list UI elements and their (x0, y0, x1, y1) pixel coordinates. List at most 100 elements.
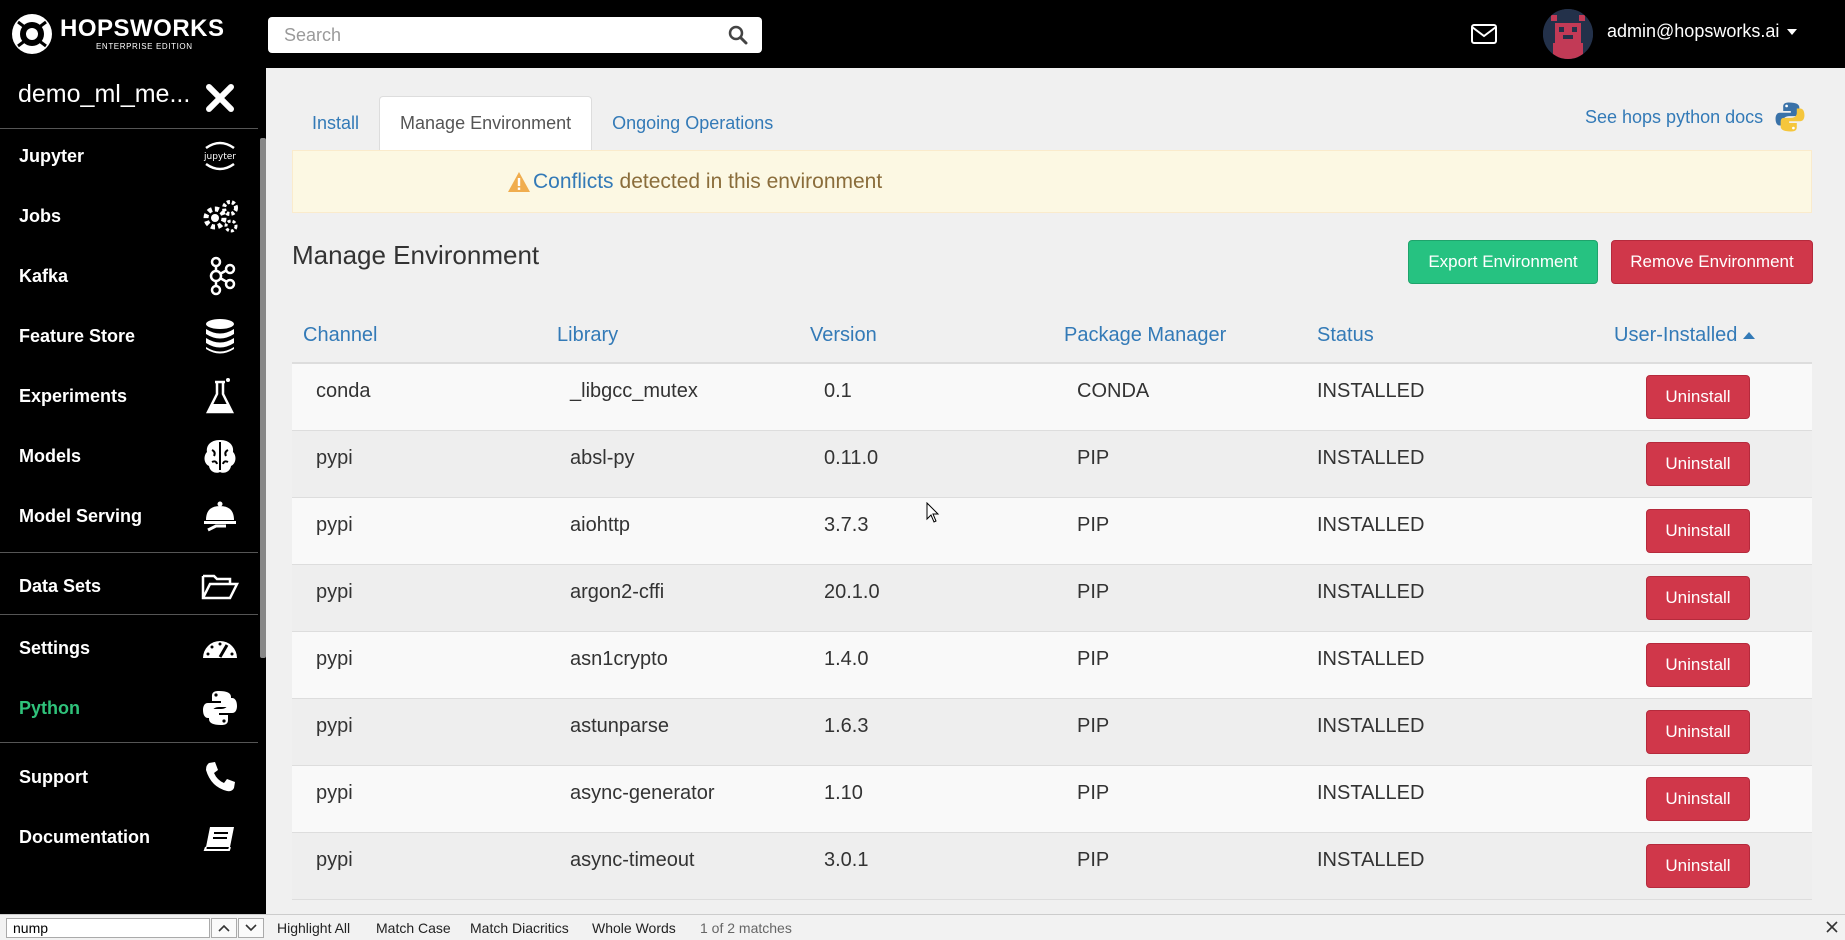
find-next-button[interactable] (238, 918, 264, 938)
sidebar-item-label: Jobs (19, 205, 62, 226)
cell-version: 0.11.0 (824, 447, 879, 469)
cell-package-manager: PIP (1077, 514, 1110, 536)
table-row: pypi absl-py 0.11.0 PIP INSTALLED Uninstall (292, 431, 1812, 498)
sidebar-item-label: Jupyter (19, 145, 85, 166)
table-row: pypi aiohttp 3.7.3 PIP INSTALLED Uninstall (292, 498, 1812, 565)
highlight-all-toggle[interactable]: Highlight All (277, 920, 350, 936)
cell-package-manager: PIP (1077, 782, 1110, 804)
sidebar-item-label: Python (19, 697, 80, 718)
column-header-version[interactable]: Version (810, 324, 877, 347)
cell-channel: pypi (316, 581, 353, 603)
conflicts-alert: Conflicts detected in this environment (292, 150, 1812, 213)
column-header-library[interactable]: Library (557, 324, 618, 347)
serving-icon (204, 501, 236, 532)
cell-channel: pypi (316, 849, 353, 871)
cell-package-manager: PIP (1077, 447, 1110, 469)
sidebar-divider (0, 742, 258, 743)
find-bar: Highlight All Match Case Match Diacritic… (0, 914, 1845, 940)
gears-icon (203, 200, 238, 233)
top-bar: HOPSWORKS ENTERPRISE EDITION admin@hopsw… (0, 0, 1845, 68)
remove-environment-button[interactable]: Remove Environment (1611, 240, 1813, 284)
cell-channel: pypi (316, 514, 353, 536)
cell-version: 1.10 (824, 782, 863, 804)
uninstall-button[interactable]: Uninstall (1646, 442, 1750, 486)
column-header-user-installed[interactable]: User-Installed (1614, 324, 1756, 347)
column-header-channel[interactable]: Channel (303, 324, 378, 347)
cell-package-manager: CONDA (1077, 380, 1150, 402)
cell-status: INSTALLED (1317, 715, 1425, 737)
uninstall-button[interactable]: Uninstall (1646, 844, 1750, 888)
sidebar-item-documentation[interactable]: Documentation (0, 807, 258, 867)
cell-channel: pypi (316, 648, 353, 670)
cell-channel: pypi (316, 447, 353, 469)
project-name[interactable]: demo_ml_me... (18, 80, 190, 109)
export-environment-button[interactable]: Export Environment (1408, 240, 1598, 284)
hops-logo-icon (12, 14, 52, 54)
brain-icon (204, 440, 236, 473)
column-header-status[interactable]: Status (1317, 324, 1374, 347)
sidebar-divider (0, 614, 258, 615)
sidebar-scrollbar[interactable] (260, 138, 266, 658)
cell-status: INSTALLED (1317, 648, 1425, 670)
uninstall-button[interactable]: Uninstall (1646, 509, 1750, 553)
sidebar-item-label: Support (19, 766, 88, 787)
sidebar-item-settings[interactable]: Settings (0, 618, 258, 678)
envelope-icon[interactable] (1470, 22, 1498, 46)
docs-link-label: See hops python docs (1585, 106, 1764, 127)
cell-package-manager: PIP (1077, 715, 1110, 737)
sidebar-item-label: Documentation (19, 826, 151, 847)
close-icon[interactable] (204, 82, 236, 114)
sidebar-divider (0, 552, 258, 553)
sidebar-item-data-sets[interactable]: Data Sets (0, 556, 258, 616)
brand-subtitle: ENTERPRISE EDITION (96, 42, 193, 51)
sidebar-item-kafka[interactable]: Kafka (0, 246, 258, 306)
uninstall-button[interactable]: Uninstall (1646, 375, 1750, 419)
cell-library: async-generator (570, 782, 715, 804)
sidebar-item-python[interactable]: Python (0, 678, 258, 738)
phone-icon (206, 762, 235, 792)
tab-ongoing-operations[interactable]: Ongoing Operations (592, 96, 793, 150)
sidebar-item-models[interactable]: Models (0, 426, 258, 486)
sidebar-item-experiments[interactable]: Experiments (0, 366, 258, 426)
cell-library: asn1crypto (570, 648, 668, 670)
column-header-package-manager[interactable]: Package Manager (1064, 324, 1226, 347)
cell-package-manager: PIP (1077, 849, 1110, 871)
match-diacritics-toggle[interactable]: Match Diacritics (470, 920, 569, 936)
uninstall-button[interactable]: Uninstall (1646, 643, 1750, 687)
find-previous-button[interactable] (211, 918, 237, 938)
uninstall-button[interactable]: Uninstall (1646, 576, 1750, 620)
uninstall-button[interactable]: Uninstall (1646, 710, 1750, 754)
cell-status: INSTALLED (1317, 849, 1425, 871)
whole-words-toggle[interactable]: Whole Words (592, 920, 676, 936)
sidebar-item-feature-store[interactable]: Feature Store (0, 306, 258, 366)
tab-manage-environment[interactable]: Manage Environment (379, 96, 593, 150)
cell-channel: conda (316, 380, 371, 402)
column-header-label: User-Installed (1614, 324, 1738, 346)
sidebar-item-jupyter[interactable]: Jupyter jupyter (0, 126, 258, 186)
python-docs-link[interactable]: See hops python docs (1585, 100, 1807, 134)
close-icon[interactable] (1824, 919, 1840, 935)
cell-library: _libgcc_mutex (570, 380, 698, 402)
match-case-toggle[interactable]: Match Case (376, 920, 451, 936)
book-icon (203, 827, 234, 851)
sidebar-item-support[interactable]: Support (0, 747, 258, 807)
find-input[interactable] (6, 918, 210, 938)
cell-version: 3.7.3 (824, 514, 869, 536)
sidebar-item-model-serving[interactable]: Model Serving (0, 486, 258, 546)
dashboard-icon (203, 641, 237, 658)
sidebar-item-jobs[interactable]: Jobs (0, 186, 258, 246)
user-menu[interactable]: admin@hopsworks.ai (1607, 21, 1798, 42)
tab-bar: Install Manage Environment Ongoing Opera… (292, 96, 793, 150)
cell-package-manager: PIP (1077, 648, 1110, 670)
cell-version: 1.4.0 (824, 648, 869, 670)
avatar[interactable] (1543, 9, 1593, 59)
search-input[interactable] (268, 17, 708, 53)
uninstall-button[interactable]: Uninstall (1646, 777, 1750, 821)
hopsworks-logo[interactable]: HOPSWORKS ENTERPRISE EDITION (10, 12, 225, 56)
search-icon[interactable] (728, 25, 748, 45)
table-row: pypi argon2-cffi 20.1.0 PIP INSTALLED Uninsta… (292, 565, 1812, 632)
cell-channel: pypi (316, 782, 353, 804)
cell-status: INSTALLED (1317, 581, 1425, 603)
conflicts-link[interactable]: Conflicts (533, 170, 614, 194)
tab-install[interactable]: Install (292, 96, 379, 150)
